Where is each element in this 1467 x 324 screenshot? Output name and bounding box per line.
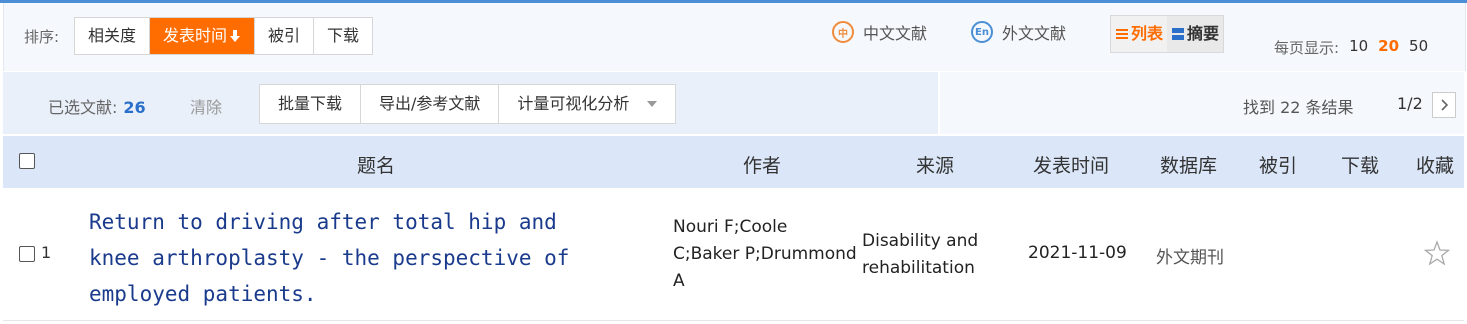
clear-selection-button[interactable]: 清除 [190,94,222,118]
export-references-button[interactable]: 导出/参考文献 [361,85,500,123]
visual-analysis-label: 计量可视化分析 [517,94,630,113]
batch-download-button[interactable]: 批量下载 [260,85,362,123]
page-indicator: 1/2 [1397,94,1423,113]
per-page-label: 每页显示: [1274,39,1340,57]
header-date: 发表时间 [1033,155,1110,177]
chevron-right-icon [1441,99,1448,111]
foreign-literature-label: 外文文献 [1002,24,1067,43]
selected-label: 已选文献: [48,98,118,117]
header-cited: 被引 [1259,155,1298,177]
results-toolbar [940,72,1464,134]
results-count: 找到 22 条结果 [1243,98,1354,117]
sort-cited-button[interactable]: 被引 [255,18,315,54]
row-number: 1 [41,243,52,262]
selected-count: 已选文献: 26 [48,94,146,118]
per-page-50[interactable]: 50 [1409,37,1428,58]
header-favorite: 收藏 [1416,155,1455,177]
article-date: 2021-11-09 [1028,243,1127,263]
visual-analysis-dropdown[interactable]: 计量可视化分析 [499,85,675,123]
sort-label: 排序: [24,28,60,46]
list-view-label: 列表 [1131,24,1164,43]
sort-date-label: 发表时间 [163,26,228,45]
list-icon [1116,29,1128,39]
arrow-down-icon [230,30,241,42]
caret-down-icon [647,101,658,107]
sort-relevance-button[interactable]: 相关度 [75,18,151,54]
header-title: 题名 [357,155,396,177]
header-downloads: 下载 [1341,155,1380,177]
table-header [3,136,1464,188]
header-author: 作者 [743,155,782,177]
header-source: 来源 [916,155,955,177]
chinese-literature-filter[interactable]: 中 中文文献 [832,20,927,44]
favorite-star-icon[interactable] [1424,240,1450,266]
english-language-icon: En [971,21,993,43]
view-toggle: 列表 摘要 [1110,15,1225,53]
sort-date-button[interactable]: 发表时间 [150,18,256,54]
abstract-view-label: 摘要 [1187,24,1220,43]
per-page-10[interactable]: 10 [1349,37,1368,58]
foreign-literature-filter[interactable]: En 外文文献 [971,20,1066,44]
row-checkbox[interactable] [19,246,35,262]
article-database: 外文期刊 [1156,248,1224,268]
next-page-button[interactable] [1432,92,1456,118]
sort-download-button[interactable]: 下载 [314,18,372,54]
batch-actions: 批量下载 导出/参考文献 计量可视化分析 [259,84,677,124]
sort-options: 相关度 发表时间 被引 下载 [74,17,374,55]
chinese-literature-label: 中文文献 [863,24,928,43]
chinese-language-icon: 中 [832,21,854,43]
article-source[interactable]: Disability and rehabilitation [862,228,1002,282]
article-title-link[interactable]: Return to driving after total hip and kn… [89,204,619,312]
per-page-20[interactable]: 20 [1378,37,1399,58]
abstract-icon [1172,28,1185,40]
list-view-button[interactable]: 列表 [1111,16,1168,52]
select-all-checkbox[interactable] [19,153,35,169]
abstract-view-button[interactable]: 摘要 [1167,16,1223,52]
selected-number: 26 [123,98,146,117]
header-database: 数据库 [1160,155,1218,177]
per-page-selector: 每页显示: 10 20 50 [1274,37,1428,58]
article-authors[interactable]: Nouri F;Coole C;Baker P;Drummond A [673,214,858,295]
